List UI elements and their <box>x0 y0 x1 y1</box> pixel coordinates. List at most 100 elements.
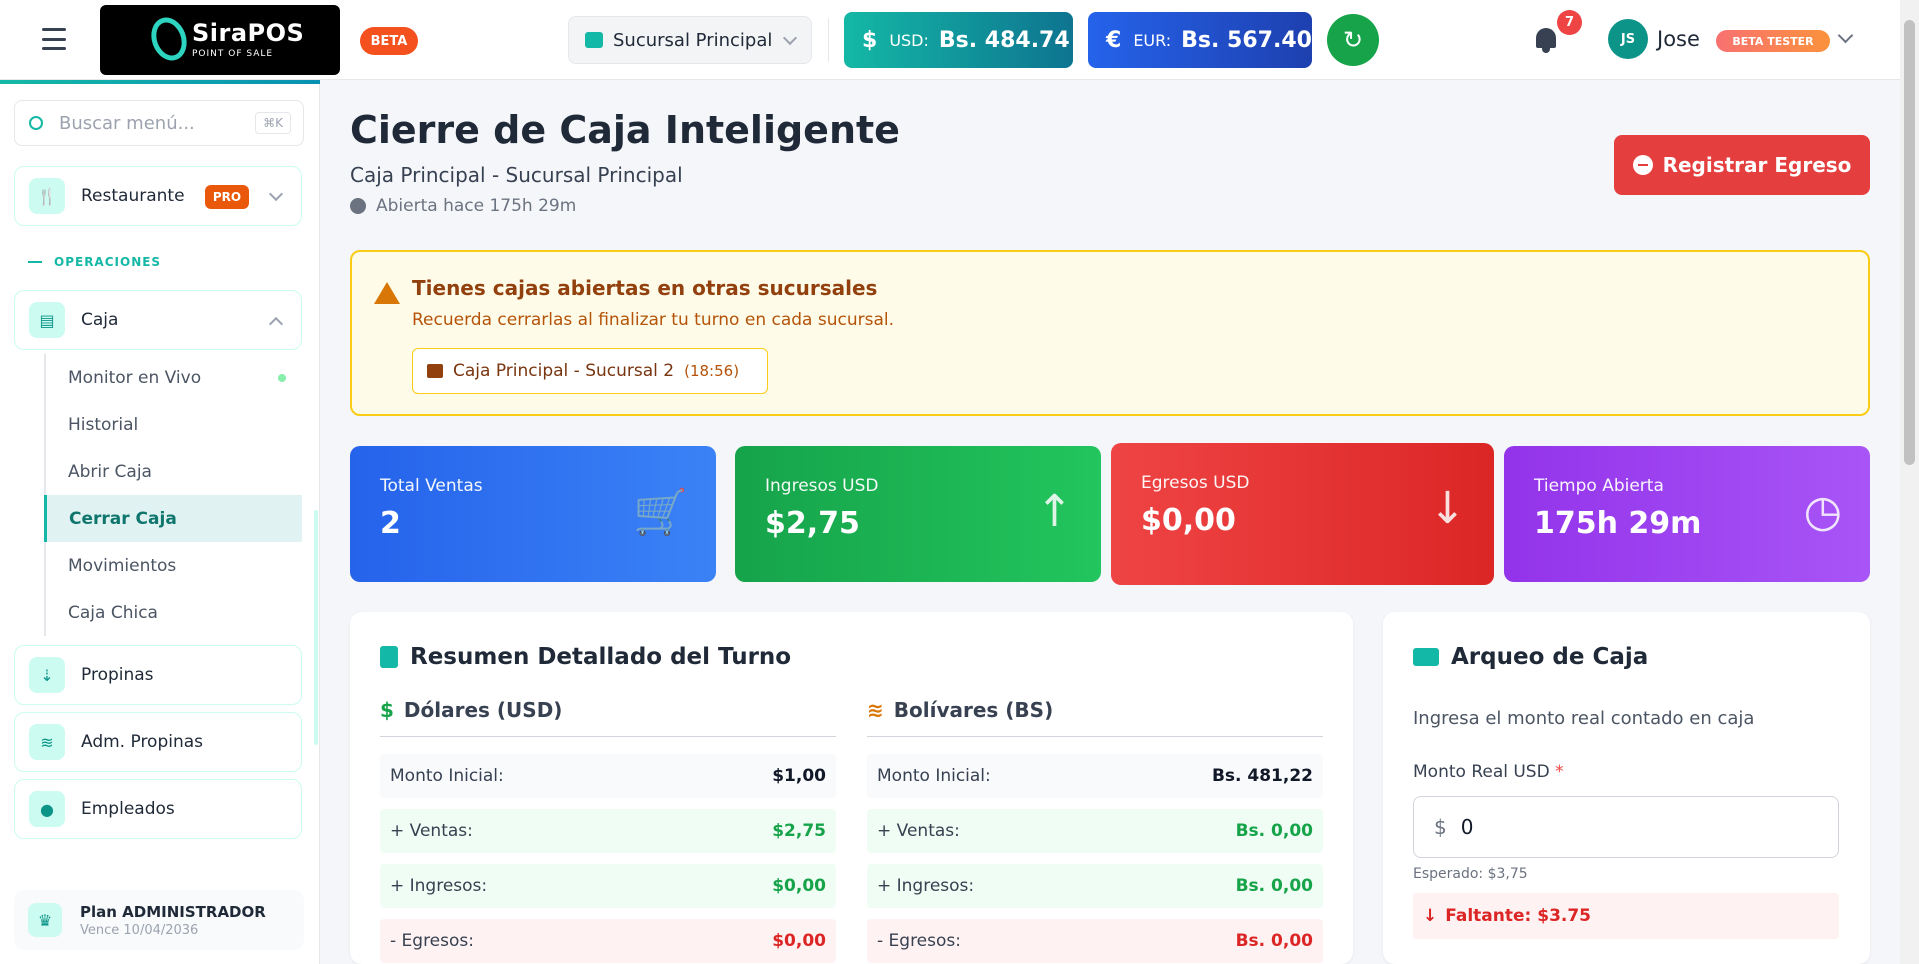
submenu-label: Cerrar Caja <box>69 508 177 529</box>
sidebar-item-adm-propinas[interactable]: ≋ Adm. Propinas <box>14 712 302 772</box>
submenu-historial[interactable]: Historial <box>46 401 302 448</box>
user-icon: ● <box>29 791 65 827</box>
submenu-label: Monitor en Vivo <box>68 367 202 388</box>
stat-label: Ingresos USD <box>765 476 879 496</box>
register-expense-label: Registrar Egreso <box>1662 153 1852 177</box>
user-menu-chevron-icon[interactable] <box>1837 27 1854 44</box>
cash-register-icon: ▤ <box>29 302 65 338</box>
register-expense-button[interactable]: Registrar Egreso <box>1614 135 1870 195</box>
section-operaciones: OPERACIONES <box>28 255 161 269</box>
required-marker: * <box>1555 762 1564 782</box>
bs-row-egresos: - Egresos: Bs. 0,00 <box>867 919 1323 963</box>
notification-count-badge: 7 <box>1557 10 1582 35</box>
coins-icon: ≋ <box>29 724 65 760</box>
open-register-chip[interactable]: Caja Principal - Sucursal 2 (18:56) <box>412 348 768 394</box>
open-registers-alert: Tienes cajas abiertas en otras sucursale… <box>350 250 1870 416</box>
cash-count-hint: Ingresa el monto real contado en caja <box>1413 708 1755 729</box>
submenu-monitor-en-vivo[interactable]: Monitor en Vivo <box>46 354 302 401</box>
stat-tiempo-abierta: Tiempo Abierta 175h 29m ◷ <box>1504 446 1870 582</box>
sidebar-item-propinas[interactable]: ⇣ Propinas <box>14 645 302 705</box>
sidebar-item-label: Adm. Propinas <box>81 732 204 752</box>
input-value: 0 <box>1460 815 1474 839</box>
submenu-label: Abrir Caja <box>68 461 152 482</box>
money-bill-icon <box>1413 648 1439 666</box>
submenu-cerrar-caja[interactable]: Cerrar Caja <box>44 495 302 542</box>
stat-value: $2,75 <box>765 506 860 541</box>
pro-badge: PRO <box>205 185 249 209</box>
row-label: + Ingresos: <box>877 876 975 896</box>
bs-column-title: ≋ Bolívares (BS) <box>867 698 1053 722</box>
menu-search-input[interactable]: Buscar menú... ⌘K <box>14 100 304 146</box>
page-title: Cierre de Caja Inteligente <box>350 108 900 152</box>
notifications-bell-icon[interactable] <box>1532 24 1560 54</box>
usd-row-ingresos: + Ingresos: $0,00 <box>380 864 836 908</box>
shortage-indicator: ↓ Faltante: $3.75 <box>1413 893 1839 939</box>
cash-count-title-text: Arqueo de Caja <box>1451 644 1649 670</box>
submenu-label: Movimientos <box>68 555 177 576</box>
row-value: $0,00 <box>772 931 826 951</box>
crown-icon: ♛ <box>28 903 62 937</box>
plan-card[interactable]: ♛ Plan ADMINISTRADOR Vence 10/04/2036 <box>14 890 304 950</box>
page-subtitle: Caja Principal - Sucursal Principal <box>350 163 683 187</box>
dollar-icon: $ <box>380 698 394 722</box>
plan-title: Plan ADMINISTRADOR <box>80 902 266 921</box>
refresh-icon: ↻ <box>1342 26 1364 54</box>
beta-tester-badge: BETA TESTER <box>1716 30 1830 52</box>
scrollbar-thumb[interactable] <box>1904 20 1915 465</box>
sidebar-scrollbar[interactable] <box>314 510 318 745</box>
avatar[interactable]: JS <box>1608 19 1648 59</box>
sidebar-accent <box>0 80 320 84</box>
hand-coin-icon: ⇣ <box>29 657 65 693</box>
user-name[interactable]: Jose <box>1657 27 1700 51</box>
search-icon <box>29 116 43 130</box>
row-value: $1,00 <box>772 766 826 786</box>
usd-row-monto-inicial: Monto Inicial: $1,00 <box>380 754 836 798</box>
sidebar-item-label: Restaurante <box>81 186 185 206</box>
stat-total-ventas: Total Ventas 2 🛒 <box>350 446 716 582</box>
stat-label: Tiempo Abierta <box>1534 476 1664 496</box>
sidebar-item-empleados[interactable]: ● Empleados <box>14 779 302 839</box>
shift-summary-card: Resumen Detallado del Turno $ Dólares (U… <box>350 612 1353 964</box>
opened-duration: Abierta hace 175h 29m <box>350 196 576 216</box>
search-shortcut: ⌘K <box>255 112 291 134</box>
sidebar-item-caja[interactable]: ▤ Caja <box>14 290 302 350</box>
app-logo[interactable]: SiraPOS POINT OF SALE <box>100 5 340 75</box>
beta-badge: BETA <box>360 27 418 55</box>
menu-toggle-icon[interactable] <box>42 28 66 50</box>
page-scrollbar[interactable] <box>1900 0 1919 964</box>
bs-title-text: Bolívares (BS) <box>893 698 1054 722</box>
usd-row-ventas: + Ventas: $2,75 <box>380 809 836 853</box>
usd-rate: $ USD: Bs. 484.74 <box>844 12 1073 68</box>
submenu-caja-chica[interactable]: Caja Chica <box>46 589 302 636</box>
branch-selector[interactable]: Sucursal Principal <box>568 16 812 64</box>
stat-label: Egresos USD <box>1141 473 1250 493</box>
row-value: Bs. 481,22 <box>1211 766 1313 786</box>
usd-value: Bs. 484.74 <box>938 27 1070 53</box>
logo-name: SiraPOS <box>192 19 305 47</box>
row-label: + Ventas: <box>877 821 960 841</box>
alert-title: Tienes cajas abiertas en otras sucursale… <box>412 276 878 300</box>
submenu-abrir-caja[interactable]: Abrir Caja <box>46 448 302 495</box>
chevron-down-icon <box>782 30 798 46</box>
submenu-label: Caja Chica <box>68 602 158 623</box>
live-dot-icon <box>278 374 286 382</box>
monto-real-usd-input[interactable]: $ 0 <box>1413 796 1839 858</box>
opened-text: Abierta hace 175h 29m <box>376 196 577 216</box>
eur-rate: € EUR: Bs. 567.40 <box>1088 12 1312 68</box>
top-bar: SiraPOS POINT OF SALE BETA Sucursal Prin… <box>0 0 1900 80</box>
cash-register-icon <box>427 364 443 378</box>
submenu-label: Historial <box>68 414 139 435</box>
row-value: Bs. 0,00 <box>1235 821 1313 841</box>
refresh-rates-button[interactable]: ↻ <box>1327 14 1379 66</box>
submenu-movimientos[interactable]: Movimientos <box>46 542 302 589</box>
divider <box>380 736 836 737</box>
stat-value: $0,00 <box>1141 503 1236 538</box>
clock-icon <box>350 198 366 214</box>
eur-value: Bs. 567.40 <box>1181 27 1312 53</box>
row-label: - Egresos: <box>877 931 961 951</box>
sidebar-item-restaurante[interactable]: 🍴 Restaurante PRO <box>14 166 302 226</box>
currency-prefix: $ <box>1434 815 1447 839</box>
chevron-down-icon <box>268 186 284 202</box>
row-value: $2,75 <box>772 821 826 841</box>
euro-icon: € <box>1106 27 1122 53</box>
